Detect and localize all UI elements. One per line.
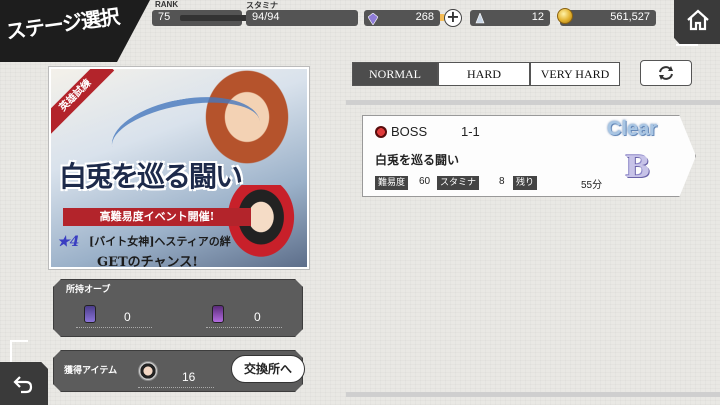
coin-icon xyxy=(557,8,573,24)
orb-count-1: 0 xyxy=(124,310,131,324)
top-divider xyxy=(346,100,720,105)
reward-line-2: GETのチャンス! xyxy=(97,255,199,269)
event-ribbon: 英雄試練 xyxy=(51,69,115,135)
event-reward-note: ★4 [バイト女神]ヘスティアの絆 GETのチャンス! xyxy=(55,229,237,269)
tab-hard[interactable]: HARD xyxy=(438,62,530,86)
orb-panel: 所持オーブ 0 0 xyxy=(53,279,303,337)
rank-value: 75 xyxy=(158,11,171,23)
event-title: 白兎を巡る闘い xyxy=(59,160,243,193)
home-button[interactable] xyxy=(674,0,720,44)
stage-name: 白兎を巡る闘い xyxy=(375,153,460,167)
add-crystal-button[interactable]: + xyxy=(444,9,462,27)
rank-progress-bar xyxy=(180,15,250,21)
refresh-button[interactable] xyxy=(640,60,692,86)
remaining-tag: 残り xyxy=(513,176,538,190)
stamina-display: 94/94 xyxy=(246,10,445,26)
crystal-value: 268 xyxy=(415,11,434,23)
stage-card[interactable]: BOSS 1-1 白兎を巡る闘い 難易度 60 スタミナ 8 残り 55分 Cl… xyxy=(362,115,696,197)
boss-icon xyxy=(375,126,387,138)
orb-icon xyxy=(212,305,224,323)
reward-line-1: [バイト女神]ヘスティアの絆 xyxy=(89,235,231,248)
clear-rank: B xyxy=(625,150,651,185)
tab-very-hard[interactable]: VERY HARD xyxy=(530,62,620,86)
boss-label: BOSS xyxy=(391,124,428,139)
item-icon xyxy=(138,361,158,381)
orb-panel-label: 所持オーブ xyxy=(66,285,111,295)
star-glyph: ★ xyxy=(57,234,70,250)
refresh-icon xyxy=(659,66,673,80)
orb-divider-1 xyxy=(76,327,152,328)
coin-value: 561,527 xyxy=(610,11,650,23)
event-banner[interactable]: 英雄試練 白兎を巡る闘い 高難易度イベント開催! ★4 [バイト女神]ヘスティア… xyxy=(49,67,309,269)
orb-divider-2 xyxy=(206,327,282,328)
difficulty-value: 60 xyxy=(419,176,431,187)
clear-status: Clear xyxy=(607,118,658,140)
rank-label: RANK xyxy=(155,0,179,9)
item-divider xyxy=(138,387,214,388)
acquired-items-count: 16 xyxy=(182,370,196,384)
stamina-value: 94/94 xyxy=(252,11,280,23)
orb-count-2: 0 xyxy=(254,310,261,324)
star-rank-value: 4 xyxy=(69,234,80,250)
stamina-tag: スタミナ xyxy=(437,176,480,190)
event-subtitle: 高難易度イベント開催! xyxy=(63,208,251,226)
shard-display: 12 xyxy=(470,10,550,26)
coin-display: 561,527 xyxy=(560,10,656,26)
stage-number: 1-1 xyxy=(461,124,480,139)
orb-icon xyxy=(84,305,96,323)
home-icon xyxy=(687,9,709,31)
rank-display: 75 xyxy=(152,10,250,26)
stamina-cost-value: 8 xyxy=(499,176,505,187)
tab-normal[interactable]: NORMAL xyxy=(352,62,438,86)
acquired-items-label: 獲得アイテム xyxy=(64,366,118,376)
corner-decoration xyxy=(676,44,698,46)
shard-value: 12 xyxy=(531,11,544,23)
star-rank-icon: ★4 xyxy=(57,230,79,251)
bottom-divider xyxy=(346,392,720,397)
remaining-value: 55分 xyxy=(581,180,603,191)
corner-decoration xyxy=(10,340,28,362)
crystal-icon xyxy=(368,13,378,25)
back-button[interactable] xyxy=(0,362,48,405)
difficulty-tag: 難易度 xyxy=(375,176,409,190)
difficulty-tabs: NORMAL HARD VERY HARD xyxy=(352,62,620,86)
crystal-display: 268 xyxy=(364,10,440,26)
back-arrow-icon xyxy=(13,376,33,394)
shard-icon xyxy=(475,13,485,24)
exchange-button[interactable]: 交換所へ xyxy=(231,355,305,383)
